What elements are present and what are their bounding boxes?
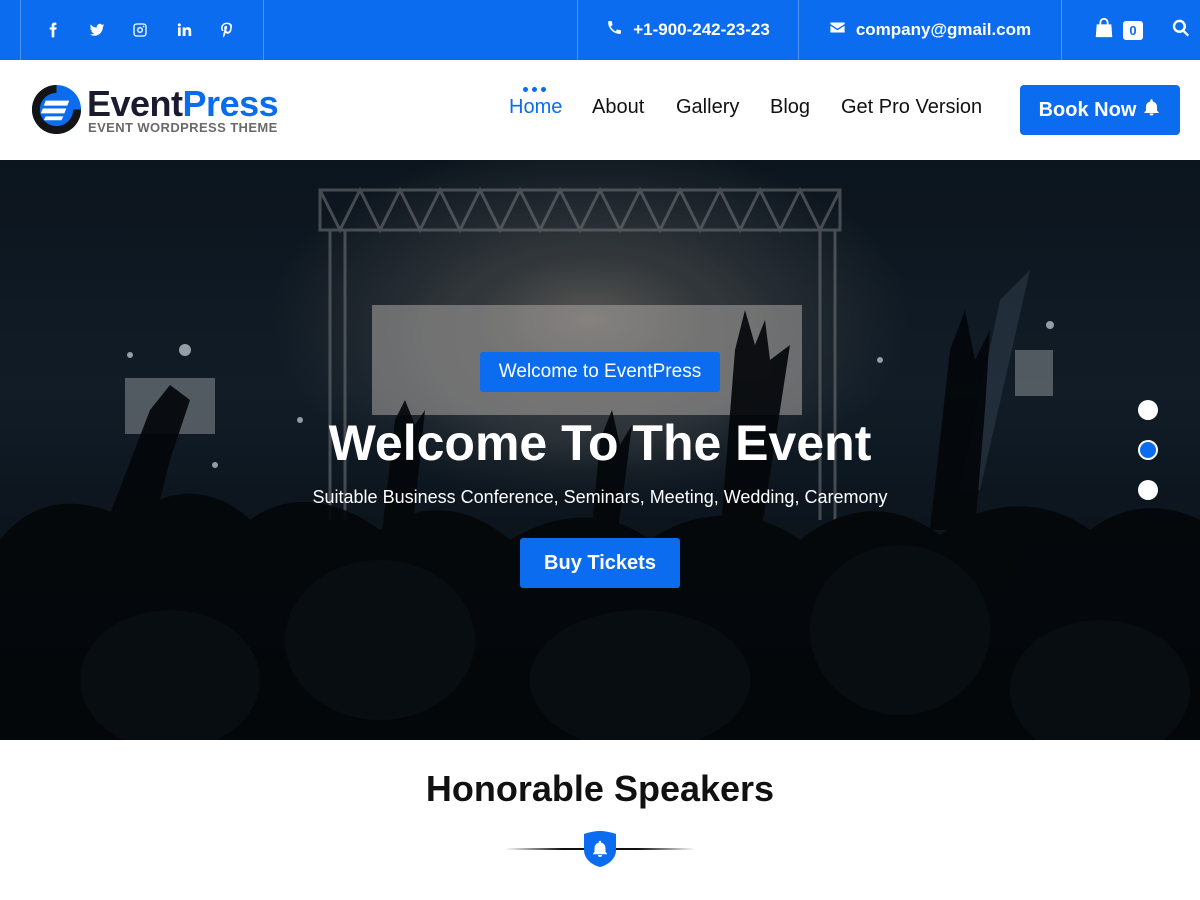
email-address: company@gmail.com [855, 20, 1032, 39]
facebook-icon[interactable] [45, 0, 89, 60]
logo-tagline: EVENT WORDPRESS THEME [88, 120, 278, 135]
twitter-icon[interactable] [89, 0, 133, 60]
top-bar: +1-900-242-23-23 company@gmail.com 0 [0, 0, 1200, 60]
site-logo[interactable]: EventPress EVENT WORDPRESS THEME [30, 82, 290, 140]
hero-badge: Welcome to EventPress [480, 352, 720, 392]
slider-pagination [1138, 400, 1160, 520]
active-indicator-dots [523, 87, 546, 92]
slider-dot-1[interactable] [1138, 400, 1158, 420]
hero-slider: Welcome to EventPress Welcome To The Eve… [0, 160, 1200, 740]
nav-item-get-pro[interactable]: Get Pro Version [841, 96, 982, 119]
linkedin-icon[interactable] [176, 0, 220, 60]
book-now-button[interactable]: Book Now [1020, 85, 1180, 135]
section-title: Honorable Speakers [425, 768, 775, 809]
envelope-icon [829, 19, 846, 41]
cart-count-badge[interactable]: 0 [1123, 20, 1143, 40]
shopping-bag-icon[interactable] [1093, 17, 1115, 44]
nav-item-about[interactable]: About [592, 96, 644, 119]
logo-mark-icon [31, 84, 82, 135]
nav-item-gallery[interactable]: Gallery [676, 96, 739, 119]
pinterest-icon[interactable] [219, 0, 263, 60]
email-contact[interactable]: company@gmail.com [798, 0, 1061, 60]
bell-badge-icon [584, 831, 616, 867]
main-header: EventPress EVENT WORDPRESS THEME Home Ab… [0, 60, 1200, 160]
social-links [20, 0, 264, 60]
hero-subtitle: Suitable Business Conference, Seminars, … [312, 487, 888, 507]
header-tools: 0 [1061, 0, 1200, 60]
slider-dot-3[interactable] [1138, 480, 1158, 500]
bell-icon [1142, 98, 1161, 123]
instagram-icon[interactable] [132, 0, 176, 60]
buy-tickets-button[interactable]: Buy Tickets [520, 538, 680, 588]
phone-contact[interactable]: +1-900-242-23-23 [577, 0, 798, 60]
slider-dot-2[interactable] [1138, 440, 1158, 460]
search-icon[interactable] [1171, 18, 1191, 43]
hero-title: Welcome To The Event [328, 415, 872, 471]
logo-wordmark: EventPress [87, 83, 279, 124]
phone-number: +1-900-242-23-23 [633, 20, 770, 39]
phone-icon [606, 19, 623, 41]
section-divider [505, 828, 695, 868]
nav-item-home[interactable]: Home [509, 87, 562, 119]
nav-item-blog[interactable]: Blog [770, 96, 810, 119]
